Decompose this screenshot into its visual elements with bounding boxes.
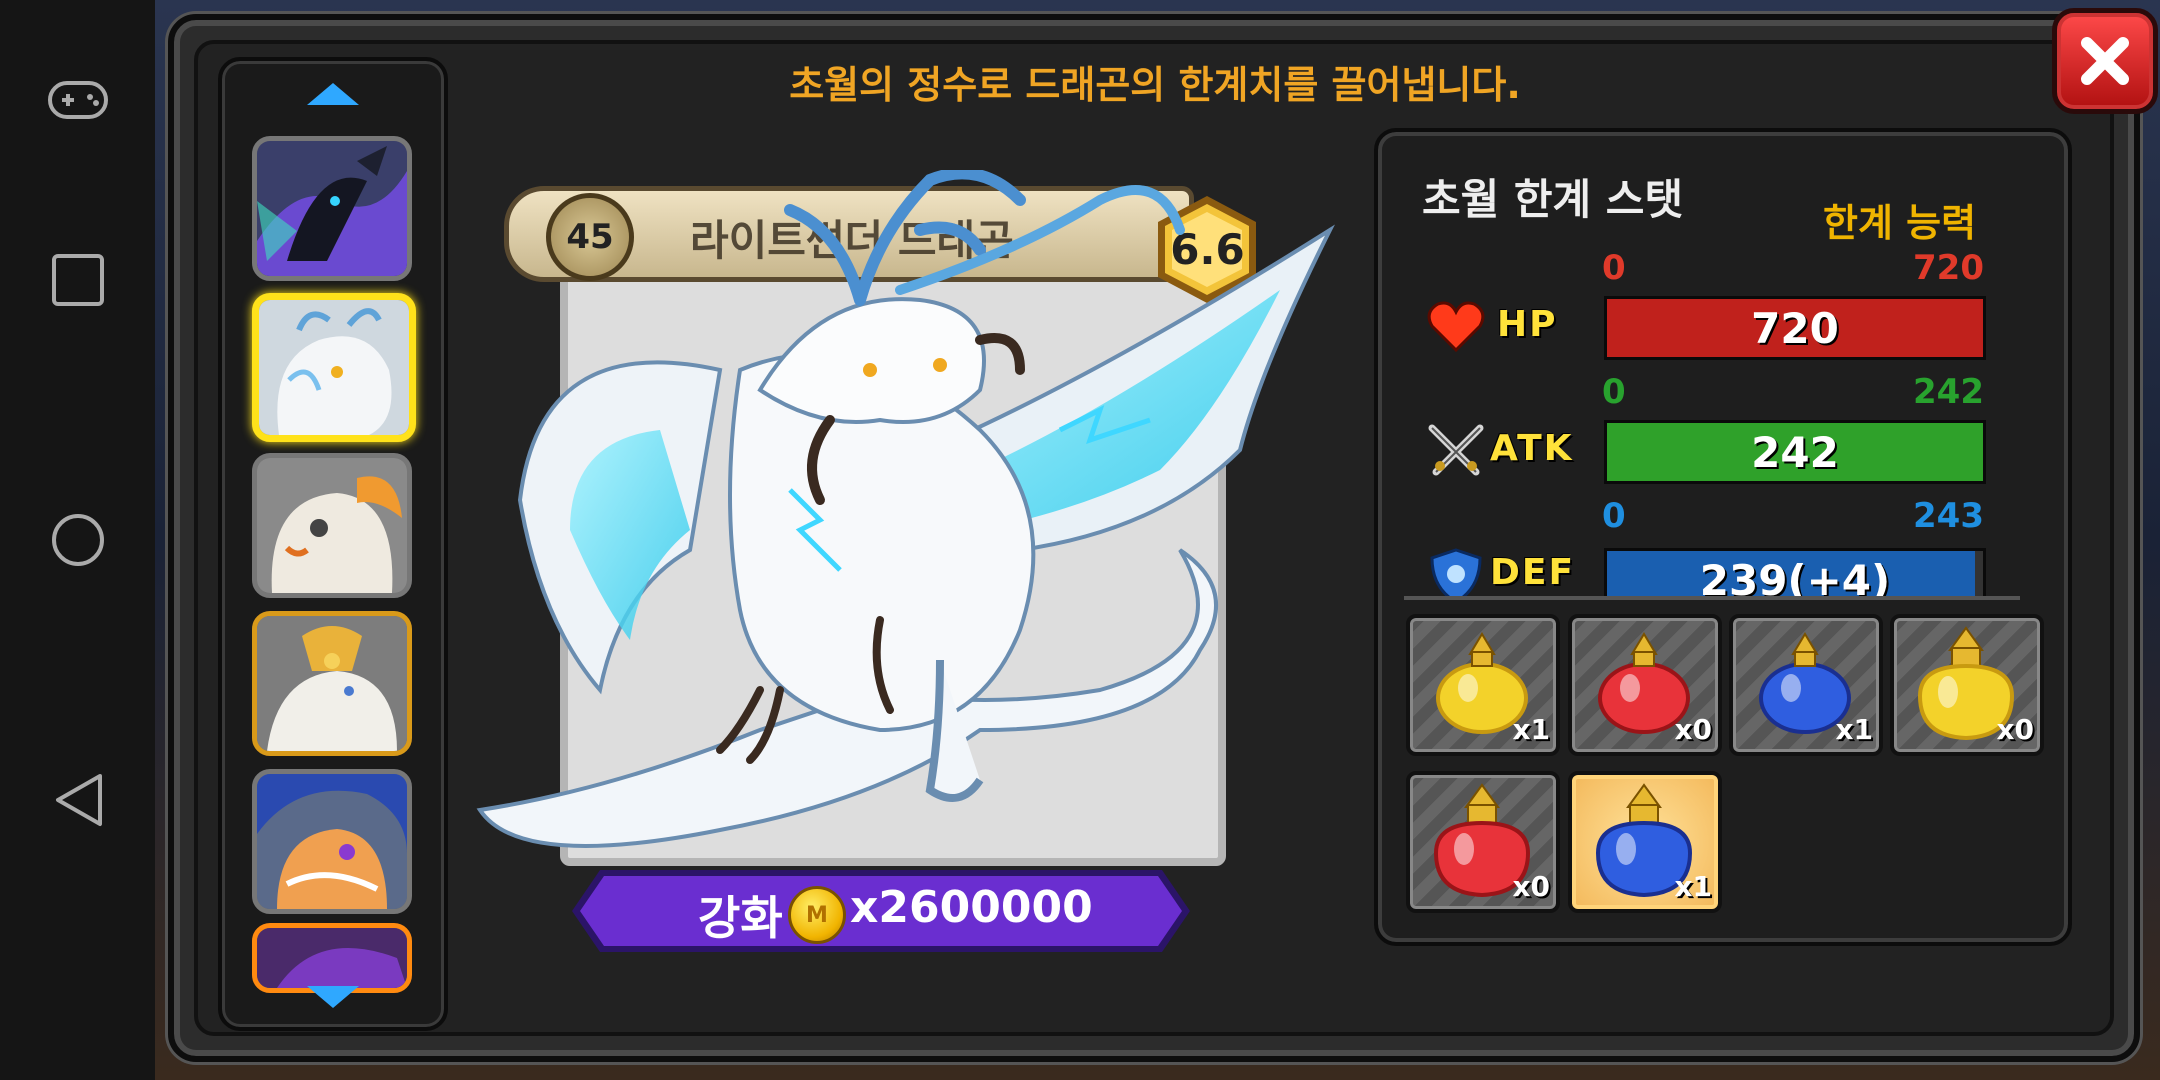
close-button[interactable] [2052, 8, 2158, 114]
dragon-thumb-3[interactable] [252, 611, 412, 756]
crossed-swords-icon [1428, 424, 1484, 476]
item-count: x0 [1674, 713, 1712, 746]
item-count: x1 [1835, 713, 1873, 746]
item-count: x1 [1512, 713, 1550, 746]
coin-icon: M [788, 886, 846, 944]
essence-item-2[interactable]: x1 [1729, 614, 1883, 756]
dragon-thumb-0[interactable] [252, 136, 412, 281]
essence-item-3[interactable]: x0 [1890, 614, 2044, 756]
purple-dragon-thumbnail [257, 928, 407, 988]
blue-mane-dragon-thumbnail [257, 774, 407, 909]
close-icon [2081, 37, 2129, 85]
dragon-thumb-5[interactable] [252, 923, 412, 993]
scroll-down-arrow-icon[interactable] [307, 986, 359, 1008]
essence-item-5[interactable]: x1 [1568, 771, 1722, 913]
limit-ability-label: 한계 능력 [1823, 201, 1977, 245]
headline-text: 초월의 정수로 드래곤의 한계치를 끌어냅니다. [789, 63, 1521, 107]
hp-min: 0 [1602, 248, 1626, 288]
hp-label: HP [1497, 304, 1558, 345]
essence-item-0[interactable]: x1 [1406, 614, 1560, 756]
item-count: x0 [1512, 870, 1550, 903]
def-row: DEF 239(+4) [1404, 540, 2024, 596]
hp-bar: 720 [1604, 296, 1986, 360]
divider [1404, 596, 2020, 600]
stats-title: 초월 한계 스탯 [1422, 175, 1684, 224]
recent-apps-icon[interactable] [40, 242, 115, 317]
dragon-thumb-1[interactable] [252, 293, 416, 442]
light-thunder-dragon-illustration [476, 170, 1335, 848]
atk-label: ATK [1490, 428, 1574, 469]
def-value: 239(+4) [1699, 555, 1891, 597]
dragon-list-panel[interactable] [218, 57, 448, 1031]
light-thunder-dragon-thumbnail [259, 300, 409, 435]
back-icon[interactable] [40, 762, 115, 837]
atk-bar: 242 [1604, 420, 1986, 484]
essence-item-1[interactable]: x0 [1568, 614, 1722, 756]
essence-item-4[interactable]: x0 [1406, 771, 1560, 913]
upgrade-cost: x2600000 [850, 882, 1093, 933]
atk-value: 242 [1751, 427, 1839, 477]
def-bar: 239(+4) [1604, 548, 1986, 596]
item-count: x0 [1996, 713, 2034, 746]
upgrade-button[interactable]: 강화 M x2600000 [570, 868, 1192, 954]
hp-max: 720 [1913, 248, 1984, 288]
def-min: 0 [1602, 496, 1626, 536]
heart-icon [1427, 301, 1485, 353]
hp-value: 720 [1751, 303, 1839, 353]
dragon-card: 45 라이트썬더 드래곤 6.6 [460, 150, 1340, 950]
scroll-up-arrow-icon[interactable] [307, 83, 359, 105]
white-baby-dragon-thumbnail [257, 458, 407, 593]
home-icon[interactable] [40, 502, 115, 577]
upgrade-label: 강화 [698, 891, 783, 945]
atk-max: 242 [1913, 372, 1984, 412]
dragon-thumb-2[interactable] [252, 453, 412, 598]
item-count: x1 [1674, 870, 1712, 903]
shield-icon [1430, 548, 1482, 596]
android-nav-bar [0, 0, 155, 1080]
dark-dragon-thumbnail [257, 141, 407, 276]
dragon-thumb-4[interactable] [252, 769, 412, 914]
gamepad-icon[interactable] [40, 62, 115, 137]
def-max: 243 [1913, 496, 1984, 536]
atk-min: 0 [1602, 372, 1626, 412]
gold-horned-dragon-thumbnail [257, 616, 407, 751]
def-label: DEF [1490, 552, 1576, 593]
